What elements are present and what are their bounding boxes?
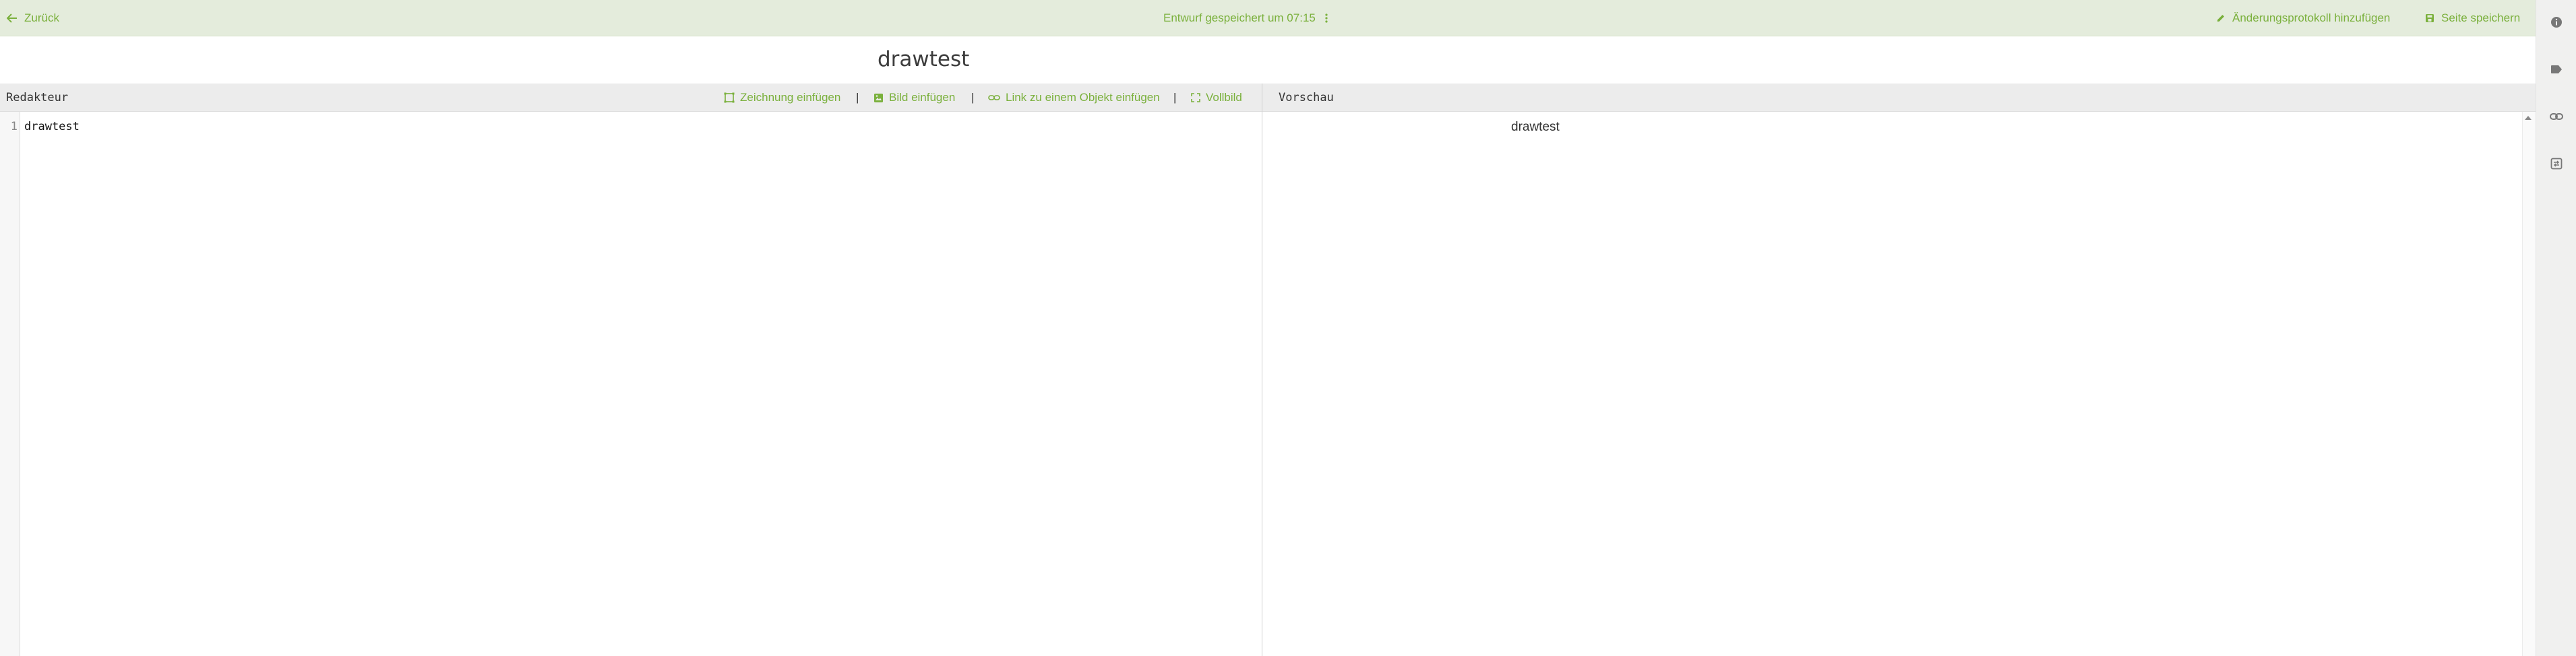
- preview-pane: [1262, 112, 2536, 656]
- fullscreen-label: Vollbild: [1206, 91, 1242, 104]
- draft-menu-button[interactable]: [1325, 13, 1335, 23]
- editor-label: Redakteur: [6, 91, 69, 104]
- arrow-left-icon: [7, 13, 17, 23]
- add-changelog-label: Änderungsprotokoll hinzufügen: [2232, 11, 2391, 24]
- insert-image-button[interactable]: Bild einfügen: [873, 84, 955, 112]
- revisions-button[interactable]: [2536, 147, 2576, 181]
- toolbar-separator: |: [856, 91, 859, 104]
- save-page-button[interactable]: Seite speichern: [2425, 0, 2520, 36]
- info-icon: [2551, 17, 2562, 28]
- save-page-label: Seite speichern: [2441, 11, 2521, 24]
- tags-button[interactable]: [2536, 53, 2576, 86]
- preview-header: Vorschau: [1262, 84, 2536, 112]
- insert-drawing-button[interactable]: Zeichnung einfügen: [724, 84, 840, 112]
- line-number: 1: [10, 120, 18, 133]
- info-button[interactable]: [2536, 5, 2576, 39]
- toggle-icon: [2550, 158, 2563, 170]
- page-title-input[interactable]: drawtest: [878, 47, 969, 71]
- insert-link-button[interactable]: Link zu einem Objekt einfügen: [988, 84, 1160, 112]
- back-button[interactable]: Zurück: [7, 0, 59, 36]
- markdown-editor[interactable]: [20, 112, 1262, 656]
- drawing-icon: [724, 92, 735, 103]
- link-icon: [988, 95, 1000, 100]
- insert-link-label: Link zu einem Objekt einfügen: [1006, 91, 1160, 104]
- editor-header: Redakteur Zeichnung einfügen | Bild einf…: [0, 84, 1262, 112]
- title-row: drawtest: [0, 36, 2536, 84]
- fullscreen-icon: [1191, 93, 1200, 102]
- scroll-up-arrow-icon[interactable]: [2525, 116, 2532, 120]
- toolbar-separator: |: [971, 91, 975, 104]
- editor-line[interactable]: drawtest: [24, 120, 80, 133]
- insert-drawing-label: Zeichnung einfügen: [740, 91, 841, 104]
- top-bar: Zurück Entwurf gespeichert um 07:15 Ände…: [0, 0, 2536, 36]
- save-icon: [2426, 14, 2434, 22]
- image-icon: [874, 93, 883, 102]
- side-rail: [2536, 0, 2576, 656]
- links-button[interactable]: [2536, 100, 2576, 133]
- preview-content: drawtest: [1511, 120, 1560, 134]
- back-label: Zurück: [24, 11, 59, 24]
- link-icon: [2550, 113, 2563, 120]
- insert-image-label: Bild einfügen: [889, 91, 956, 104]
- toolbar-separator: |: [1173, 91, 1177, 104]
- fullscreen-button[interactable]: Vollbild: [1191, 84, 1242, 112]
- pencil-icon: [2217, 15, 2224, 22]
- preview-label: Vorschau: [1279, 91, 1334, 104]
- tag-icon: [2551, 65, 2562, 73]
- preview-scrollbar[interactable]: [2522, 112, 2536, 656]
- line-number-gutter: 1: [0, 112, 20, 656]
- draft-status-text: Entwurf gespeichert um 07:15: [1163, 11, 1316, 24]
- more-vertical-icon: [1325, 13, 1328, 23]
- draft-status: Entwurf gespeichert um 07:15: [1163, 0, 1335, 36]
- add-changelog-button[interactable]: Änderungsprotokoll hinzufügen: [2216, 0, 2390, 36]
